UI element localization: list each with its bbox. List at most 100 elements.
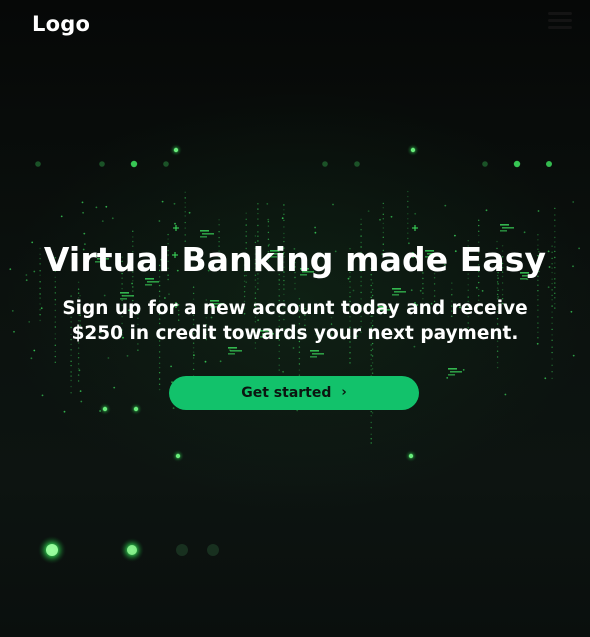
code-glyph — [310, 350, 319, 352]
bokeh-core — [46, 544, 58, 556]
streak-dot — [407, 227, 409, 229]
streak-dot — [245, 218, 247, 220]
streak-dot — [551, 358, 553, 360]
code-glyph — [500, 224, 509, 226]
particle-dot — [82, 211, 84, 214]
streak-dot — [554, 214, 556, 216]
streak-dot — [77, 352, 80, 355]
streak-dot — [382, 218, 384, 220]
streak-dot — [382, 207, 384, 209]
glow-dot — [546, 161, 552, 167]
streak-dot — [554, 230, 556, 233]
streak-dot — [278, 350, 280, 353]
streak-dot — [54, 361, 56, 363]
streak-dot — [132, 230, 134, 232]
bokeh-faint — [176, 544, 188, 556]
streak-dot — [77, 374, 80, 376]
streak-dot — [298, 351, 301, 353]
streak-dot — [360, 223, 362, 225]
particle-dot — [292, 347, 295, 349]
streak-dot — [54, 355, 56, 358]
streak-dot — [70, 354, 72, 357]
bokeh-glow — [38, 536, 66, 564]
code-glyph — [310, 356, 317, 358]
code-glyph — [502, 227, 514, 229]
logo[interactable]: Logo — [32, 12, 90, 36]
streak-dot — [267, 221, 270, 223]
streak-dot — [192, 362, 195, 365]
particle-dot — [546, 161, 552, 167]
streak-dot — [496, 350, 499, 352]
code-glyph — [414, 225, 416, 231]
streak-dot — [370, 421, 372, 424]
particle-dot — [113, 386, 116, 389]
streak-dot — [184, 206, 186, 208]
particle-dot — [131, 161, 137, 167]
particle-dot — [158, 220, 161, 222]
glow-dot — [170, 144, 182, 156]
streak-dot — [77, 380, 80, 382]
streak-dot — [370, 354, 372, 356]
particle-dot — [390, 215, 393, 218]
glow-dot — [405, 450, 417, 462]
streak-dot — [218, 219, 220, 221]
code-glyph — [202, 233, 214, 235]
streak-dot — [298, 369, 301, 371]
streak-dot — [283, 232, 285, 235]
particle-dot — [454, 234, 456, 237]
streak-dot — [158, 388, 161, 391]
particle-dot — [537, 210, 540, 212]
streak-dot — [245, 212, 247, 214]
particle-dot — [33, 349, 36, 352]
streak-dot — [278, 364, 280, 366]
particle-dot — [282, 370, 284, 373]
particle-dot — [281, 217, 284, 220]
streak-dot — [370, 410, 372, 413]
code-glyph — [173, 227, 179, 229]
streak-dot — [407, 206, 409, 208]
streak-dot — [184, 191, 186, 193]
streak-dot — [382, 213, 384, 215]
streak-dot — [370, 433, 372, 435]
particle-dot — [173, 202, 176, 205]
streak-dot — [496, 346, 499, 348]
code-glyph — [228, 353, 235, 355]
streak-dot — [407, 200, 409, 203]
streak-dot — [192, 368, 195, 371]
hero-section: Virtual Banking made Easy Sign up for a … — [0, 238, 590, 346]
streak-dot — [298, 346, 301, 348]
streak-dot — [551, 351, 553, 354]
streak-dot — [496, 366, 499, 369]
particle-dot — [79, 390, 82, 392]
streak-dot — [77, 363, 80, 365]
get-started-button[interactable]: Get started › — [169, 376, 419, 410]
bokeh-faint — [207, 544, 219, 556]
particle-dot — [78, 369, 81, 372]
particle-dot — [193, 354, 195, 357]
particle-dot — [41, 394, 44, 397]
streak-dot — [496, 362, 499, 364]
glow-core — [175, 453, 181, 459]
streak-dot — [349, 357, 351, 360]
hamburger-menu-icon[interactable] — [548, 10, 574, 32]
chevron-right-icon: › — [341, 384, 347, 400]
streak-dot — [245, 224, 247, 226]
streak-dot — [70, 360, 72, 362]
glow-core — [410, 147, 416, 153]
particle-dot — [126, 355, 129, 357]
particle-dot — [30, 357, 33, 360]
streak-dot — [267, 225, 270, 227]
streak-dot — [407, 232, 409, 234]
streak-dot — [245, 235, 247, 237]
streak-dot — [349, 346, 351, 348]
streak-dot — [478, 234, 480, 237]
particle-dot — [81, 201, 84, 204]
particle-dot — [163, 161, 169, 167]
streak-dot — [167, 233, 169, 236]
streak-dot — [283, 204, 285, 206]
streak-dot — [158, 378, 161, 380]
particle-dot — [99, 410, 101, 412]
particle-dot — [101, 220, 104, 223]
streak-dot — [537, 234, 539, 236]
particle-dot — [572, 354, 575, 357]
